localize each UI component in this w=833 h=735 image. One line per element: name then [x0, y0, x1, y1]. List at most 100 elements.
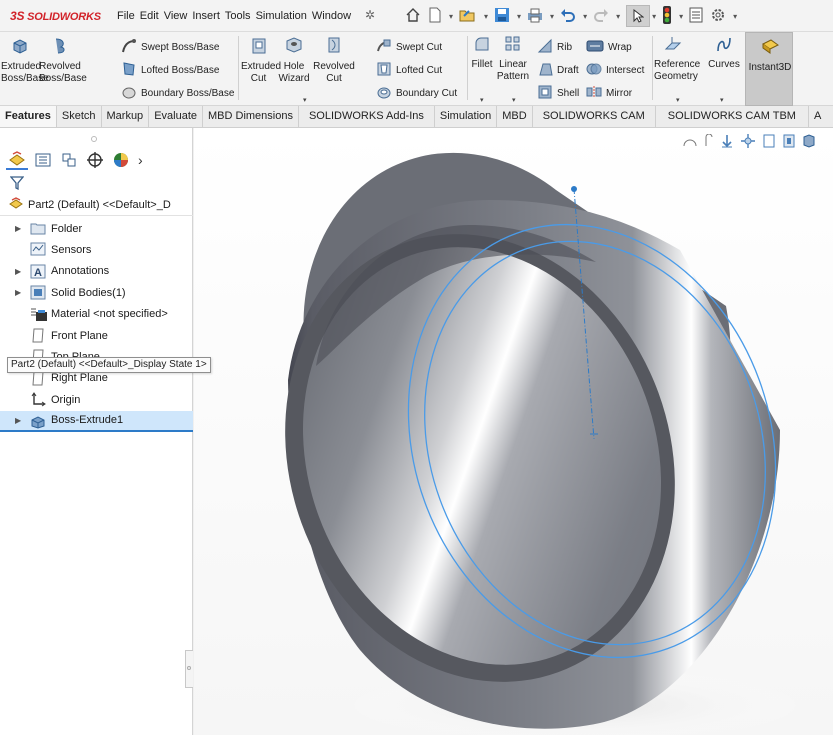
swept-cut-icon	[376, 38, 392, 57]
display-manager-tab-icon[interactable]	[110, 150, 132, 170]
revolved-cut-button[interactable]: Revolved Cut	[313, 35, 355, 85]
solidworks-logo[interactable]: 3S SOLIDWORKS	[10, 9, 101, 23]
save-dropdown-icon[interactable]: ▾	[517, 12, 521, 21]
linear-pattern-dropdown-icon[interactable]: ▾	[512, 96, 516, 104]
boundary-boss-button[interactable]: Boundary Boss/Base	[121, 84, 234, 103]
open-icon[interactable]	[459, 7, 477, 26]
new-document-icon[interactable]	[428, 7, 442, 26]
expand-arrow-icon[interactable]: ▶	[15, 267, 21, 276]
draft-button[interactable]: Draft	[537, 61, 579, 80]
expand-arrow-icon[interactable]: ▶	[15, 224, 21, 233]
feature-manager-tab-icon[interactable]	[6, 150, 28, 170]
tab-mbd-dimensions[interactable]: MBD Dimensions	[203, 106, 299, 127]
plane-icon	[30, 328, 46, 346]
undo-icon[interactable]	[560, 7, 576, 26]
hole-wizard-button[interactable]: Hole Wizard	[276, 35, 312, 85]
dimxpert-manager-tab-icon[interactable]	[84, 150, 106, 170]
swept-boss-button[interactable]: Swept Boss/Base	[121, 38, 219, 57]
tree-item-sensors[interactable]: Sensors	[0, 239, 193, 260]
tree-item-solid-bodies[interactable]: ▶ Solid Bodies(1)	[0, 282, 193, 303]
home-icon[interactable]	[405, 7, 421, 26]
shell-button[interactable]: Shell	[537, 84, 579, 103]
rebuild-icon[interactable]	[662, 5, 672, 27]
curves-dropdown-icon[interactable]: ▾	[720, 96, 724, 104]
fillet-button[interactable]: Fillet	[468, 35, 496, 71]
options-icon[interactable]	[710, 7, 726, 26]
open-dropdown-icon[interactable]: ▾	[484, 12, 488, 21]
print-icon[interactable]	[527, 7, 543, 26]
hole-wizard-dropdown-icon[interactable]: ▾	[303, 96, 307, 104]
menu-insert[interactable]: Insert	[192, 10, 220, 22]
panel-splitter-handle[interactable]	[185, 650, 193, 688]
mirror-button[interactable]: Mirror	[586, 84, 632, 103]
tab-simulation[interactable]: Simulation	[435, 106, 498, 127]
mirror-icon	[586, 84, 602, 103]
tab-overflow[interactable]: A	[809, 106, 826, 127]
extruded-boss-label: Extruded Boss/Base	[1, 61, 49, 84]
property-manager-tab-icon[interactable]	[32, 150, 54, 170]
select-icon[interactable]	[626, 5, 651, 27]
wrap-button[interactable]: Wrap	[586, 38, 632, 57]
intersect-button[interactable]: Intersect	[586, 61, 644, 80]
linear-pattern-button[interactable]: Linear Pattern	[496, 35, 530, 83]
undo-dropdown-icon[interactable]: ▾	[583, 12, 587, 21]
reference-geometry-button[interactable]: Reference Geometry	[652, 35, 704, 83]
configuration-manager-tab-icon[interactable]	[58, 150, 80, 170]
lofted-cut-button[interactable]: Lofted Cut	[376, 61, 442, 80]
rib-button[interactable]: Rib	[537, 38, 572, 57]
menu-tools[interactable]: Tools	[225, 10, 251, 22]
menu-window[interactable]: Window	[312, 10, 351, 22]
tree-item-boss-extrude1[interactable]: ▶ Boss-Extrude1	[0, 410, 193, 432]
panel-grip-icon[interactable]	[91, 136, 97, 142]
save-icon[interactable]	[494, 7, 510, 26]
instant3d-icon	[748, 36, 792, 60]
curves-button[interactable]: Curves	[705, 35, 743, 71]
filter-icon[interactable]	[9, 176, 25, 193]
expand-arrow-icon[interactable]: ▶	[15, 416, 21, 425]
menu-edit[interactable]: Edit	[140, 10, 159, 22]
rebuild-dropdown-icon[interactable]: ▾	[679, 12, 683, 21]
swept-cut-button[interactable]: Swept Cut	[376, 38, 442, 57]
tree-item-front-plane[interactable]: Front Plane	[0, 325, 193, 346]
model-canvas[interactable]	[194, 128, 833, 735]
extruded-cut-button[interactable]: Extruded Cut	[241, 35, 281, 85]
instant3d-button[interactable]: Instant3D	[745, 32, 793, 106]
boundary-cut-button[interactable]: Boundary Cut	[376, 84, 457, 103]
expand-arrow-icon[interactable]: ▶	[15, 288, 21, 297]
tab-mbd[interactable]: MBD	[497, 106, 533, 127]
tab-sketch[interactable]: Sketch	[57, 106, 102, 127]
menu-file[interactable]: File	[117, 10, 135, 22]
file-properties-icon[interactable]	[689, 7, 703, 26]
menu-simulation[interactable]: Simulation	[256, 10, 307, 22]
graphics-area[interactable]	[194, 128, 833, 735]
tab-solidworks-cam[interactable]: SOLIDWORKS CAM	[533, 106, 656, 127]
tab-solidworks-cam-tbm[interactable]: SOLIDWORKS CAM TBM	[656, 106, 809, 127]
tab-solidworks-add-ins[interactable]: SOLIDWORKS Add-Ins	[299, 106, 435, 127]
reference-geometry-dropdown-icon[interactable]: ▾	[676, 96, 680, 104]
tab-features[interactable]: Features	[0, 106, 57, 127]
tree-item-folder[interactable]: ▶ Folder	[0, 218, 193, 239]
solid-bodies-icon	[30, 285, 46, 303]
tree-item-origin[interactable]: Origin	[0, 389, 193, 410]
fillet-dropdown-icon[interactable]: ▾	[480, 96, 484, 104]
options-dropdown-icon[interactable]: ▾	[733, 12, 737, 21]
select-dropdown-icon[interactable]: ▾	[652, 12, 656, 21]
menu-view[interactable]: View	[164, 10, 188, 22]
draft-label: Draft	[557, 65, 579, 76]
tree-item-material[interactable]: Material <not specified>	[0, 304, 193, 325]
feature-tree-root[interactable]: Part2 (Default) <<Default>_D	[0, 194, 193, 216]
shell-label: Shell	[557, 88, 580, 99]
extruded-boss-button[interactable]: Extruded Boss/Base	[1, 35, 49, 85]
redo-dropdown-icon[interactable]: ▾	[616, 12, 620, 21]
tree-item-annotations[interactable]: ▶ A Annotations	[0, 261, 193, 282]
print-dropdown-icon[interactable]: ▾	[550, 12, 554, 21]
tab-evaluate[interactable]: Evaluate	[149, 106, 203, 127]
command-manager-ribbon: Extruded Boss/Base Revolved Boss/Base Sw…	[0, 32, 833, 106]
tab-markup[interactable]: Markup	[102, 106, 150, 127]
more-tabs-chevron-icon[interactable]: ›	[138, 152, 143, 168]
revolved-boss-button[interactable]: Revolved Boss/Base	[39, 35, 87, 85]
redo-icon[interactable]	[593, 7, 609, 26]
lofted-boss-button[interactable]: Lofted Boss/Base	[121, 61, 219, 80]
new-dropdown-icon[interactable]: ▾	[449, 12, 453, 21]
pin-menu-icon[interactable]: ✲	[365, 8, 375, 22]
